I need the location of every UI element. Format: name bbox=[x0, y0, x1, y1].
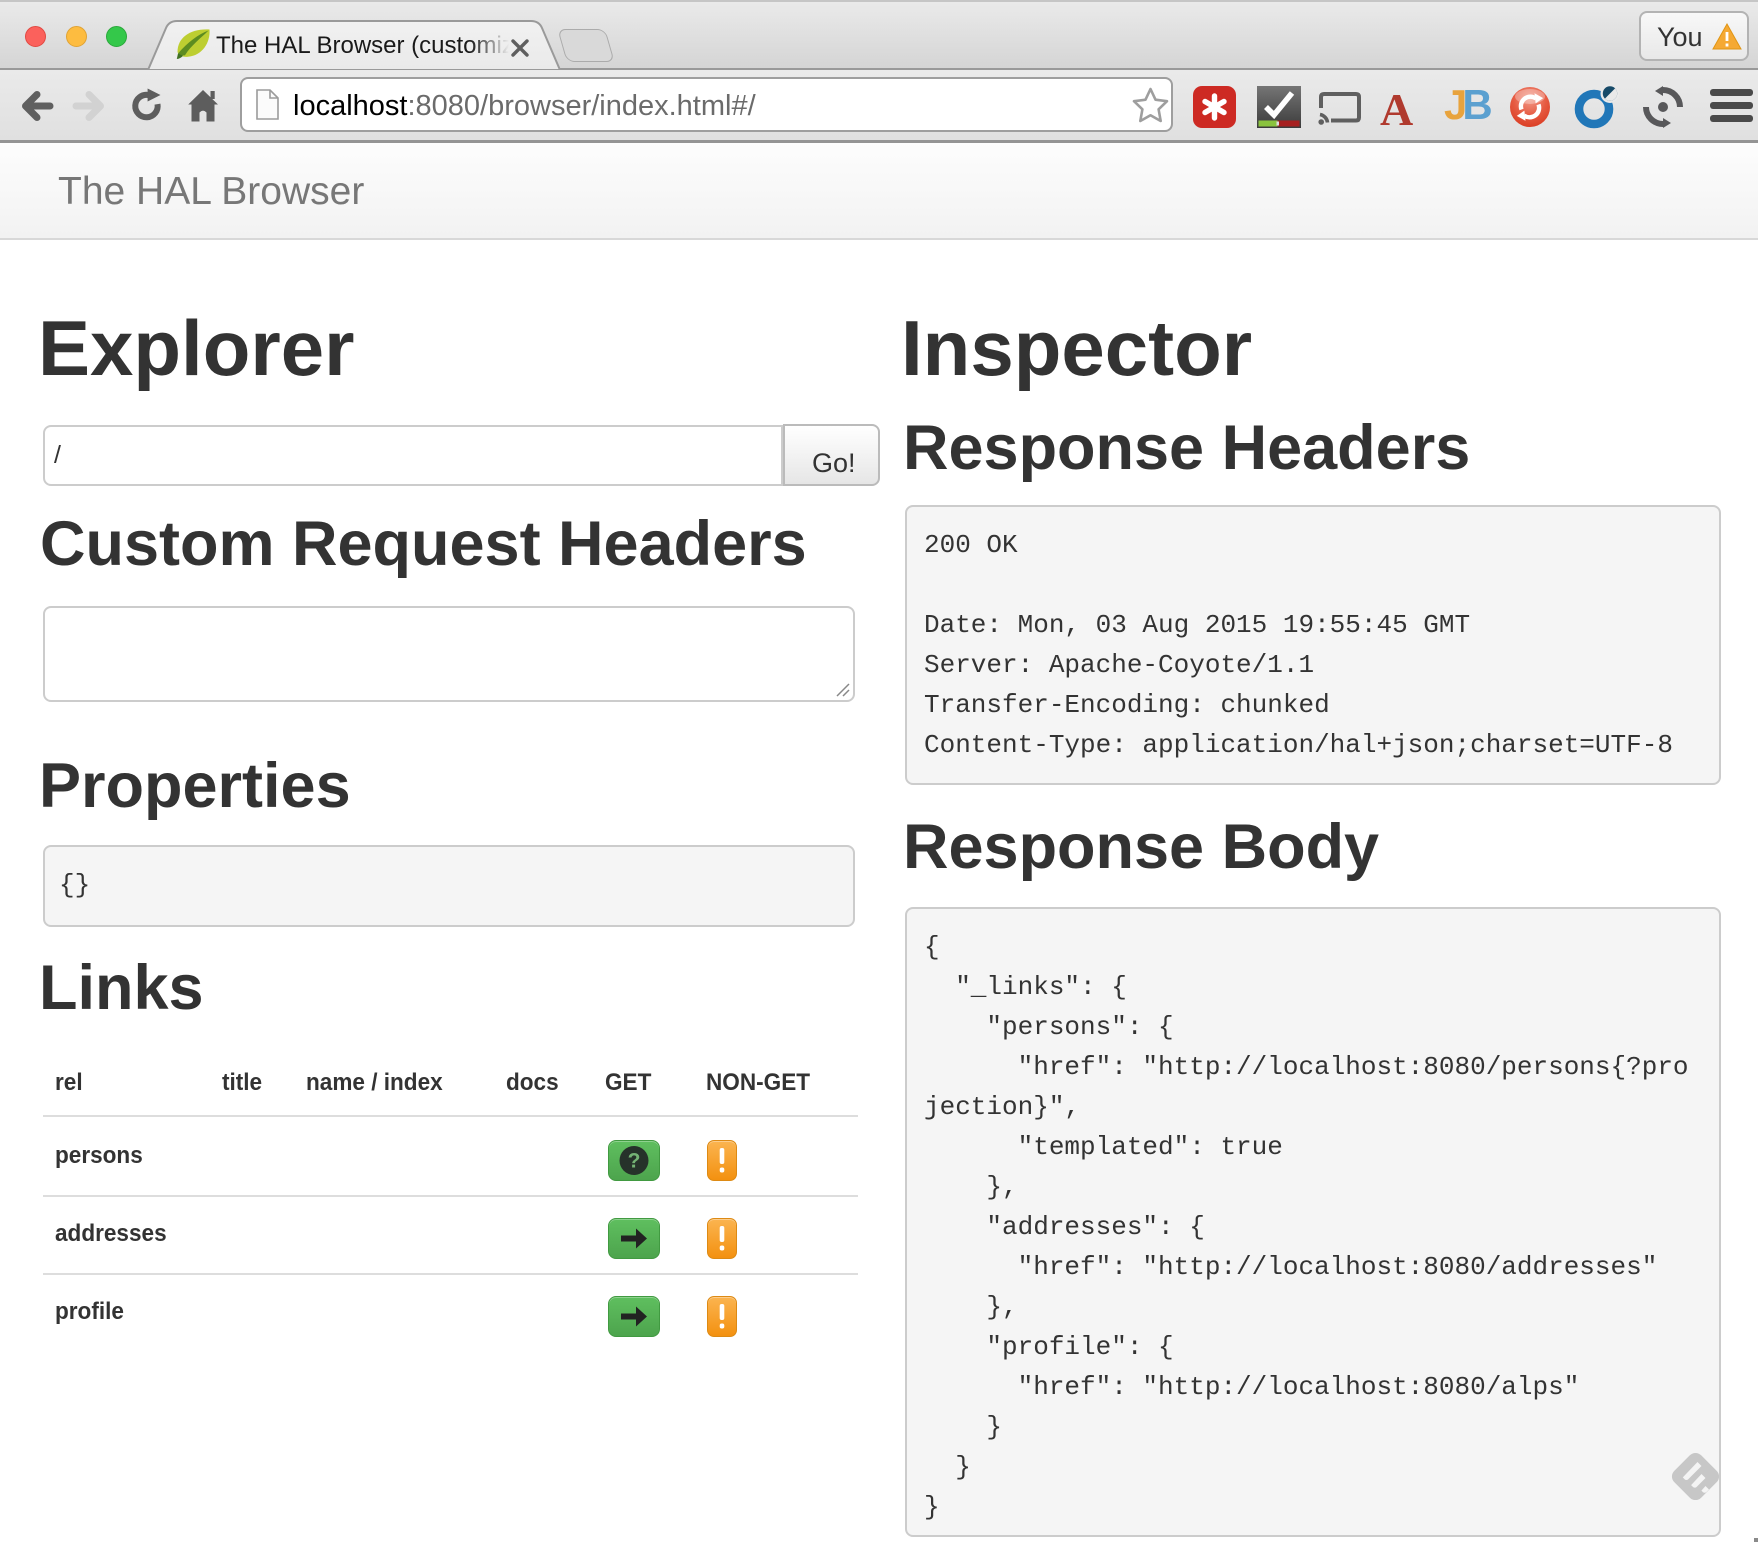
svg-text:?: ? bbox=[628, 1150, 641, 1173]
